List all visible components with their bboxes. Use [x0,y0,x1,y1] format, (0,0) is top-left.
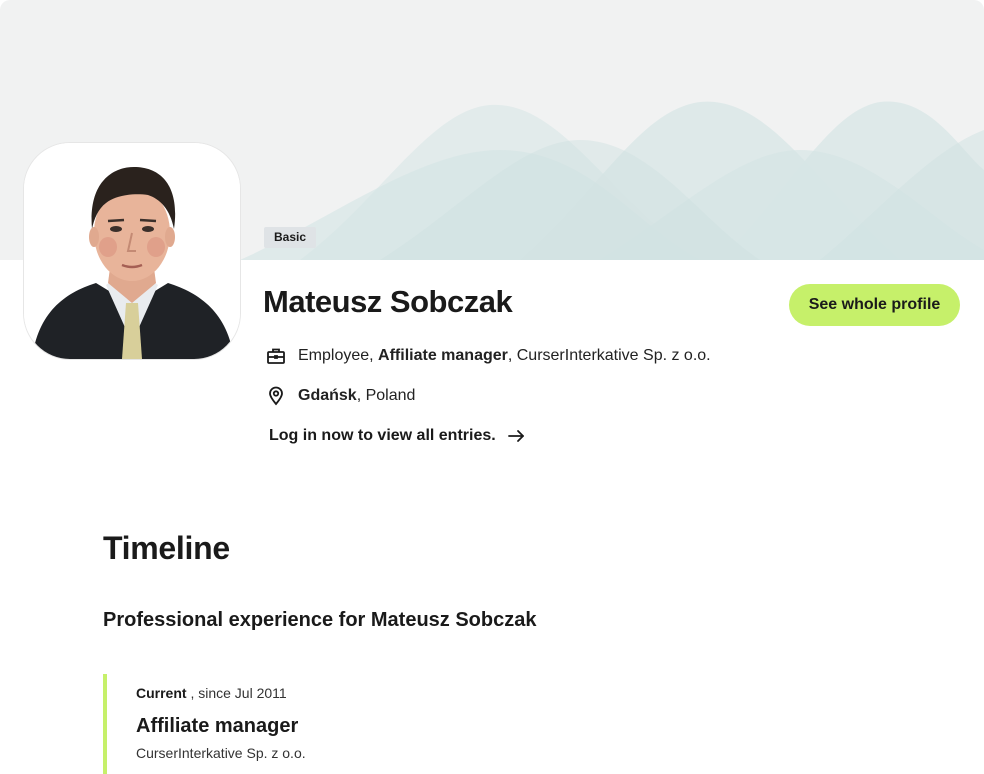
profile-name: Mateusz Sobczak [263,284,513,319]
job-type: Employee [298,347,370,364]
job-separator: , [369,347,379,364]
membership-badge: Basic [264,227,317,248]
timeline-subheading: Professional experience for Mateusz Sobc… [103,609,537,631]
arrow-right-icon [506,426,526,446]
job-separator: , [507,347,517,364]
location-info: Gdańsk, Poland [266,386,415,406]
entry-role: Affiliate manager [136,715,299,737]
job-company: CurserInterkative Sp. z o.o. [516,347,711,364]
job-info: Employee, Affiliate manager, CurserInter… [266,346,711,366]
location-separator: , [356,387,366,404]
entry-since: , since Jul 2011 [186,685,287,701]
briefcase-icon [266,346,286,366]
profile-photo [24,143,240,359]
entry-period: Current , since Jul 2011 [136,685,803,701]
job-title: Affiliate manager [378,347,508,364]
entry-company: CurserInterkative Sp. z o.o. [136,745,306,761]
entry-status: Current [136,685,187,701]
location-country: Poland [365,387,416,404]
login-link-label: Log in now to view all entries. [269,427,496,444]
see-whole-profile-button[interactable]: See whole profile [789,284,960,326]
map-pin-icon [266,386,286,406]
location-city: Gdańsk [298,387,357,404]
timeline-entry: Current , since Jul 2011 Affiliate manag… [103,674,803,774]
timeline-heading: Timeline [103,530,230,566]
login-to-view-link[interactable]: Log in now to view all entries. [269,426,526,446]
